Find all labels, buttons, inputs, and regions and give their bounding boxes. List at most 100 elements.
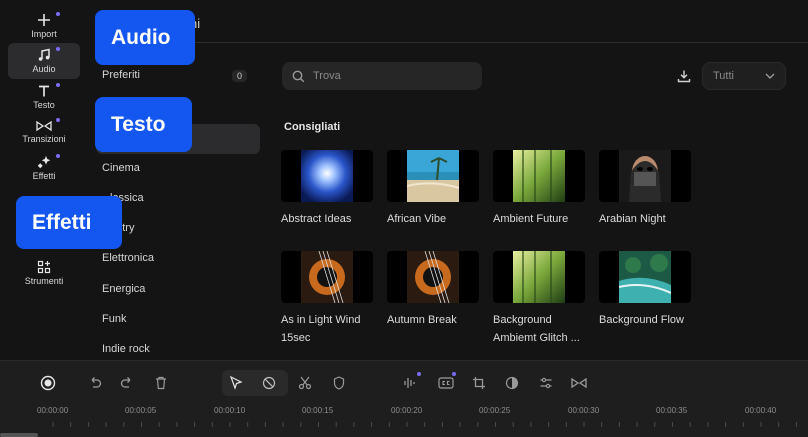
filter-value: Tutti [713,70,734,82]
card-title: As in Light Wind 15sec [281,314,361,344]
new-dot [56,118,60,122]
redo-button[interactable] [117,373,137,393]
audio-card[interactable]: Background Ambiemt Glitch ... [493,251,585,347]
new-dot [56,154,60,158]
rail-item-transizioni[interactable]: Transizioni [8,114,80,150]
ruler-label: 00:00:25 [479,406,511,415]
split-button[interactable] [295,373,315,393]
category-elettronica[interactable]: Elettronica [102,252,154,264]
thumbnail [387,251,479,303]
ruler-label: 00:00:10 [214,406,246,415]
category-indie-rock[interactable]: Indie rock [102,343,150,355]
transition-icon [571,377,587,389]
select-tool-button[interactable] [226,373,246,393]
rail-label-effetti: Effetti [32,171,56,181]
category-energica[interactable]: Energica [102,283,145,295]
transition-tool-button[interactable] [569,373,589,393]
blade-tool-button[interactable] [259,373,279,393]
header-divider [96,42,808,43]
sliders-icon [540,377,552,389]
filter-dropdown[interactable]: Tutti [702,62,786,90]
sparkle-icon [37,156,51,169]
timeline-panel: 00:00:00 00:00:05 00:00:10 00:00:15 00:0… [0,360,808,437]
rail-item-audio[interactable]: Audio [8,43,80,79]
ruler-label: 00:00:20 [391,406,423,415]
callout-audio: Audio [95,10,195,65]
audio-card[interactable]: As in Light Wind 15sec [281,251,373,347]
captions-button[interactable] [436,373,456,393]
rail-label-import: Import [31,29,57,39]
audio-card[interactable]: Arabian Night [599,150,691,228]
card-title: Autumn Break [387,314,457,326]
text-icon [39,85,49,97]
timeline-scrollbar[interactable] [0,433,38,437]
timeline-ruler-ticks [52,422,797,427]
card-title: Background Flow [599,314,684,326]
thumbnail [493,150,585,202]
ruler-label: 00:00:05 [125,406,157,415]
category-preferiti[interactable]: Preferiti [102,69,140,81]
record-icon [40,375,56,391]
plus-icon [38,14,50,26]
audio-card[interactable]: Ambient Future [493,150,585,228]
new-dot [452,372,456,376]
ruler-label: 00:00:35 [656,406,688,415]
transition-icon [36,120,52,132]
rail-label-transizioni: Transizioni [22,134,66,144]
undo-button[interactable] [85,373,105,393]
audio-card[interactable]: African Vibe [387,150,479,228]
trash-icon [156,376,166,390]
audio-card[interactable]: Abstract Ideas [281,150,373,228]
rail-item-import[interactable]: Import [8,8,80,44]
callout-testo: Testo [95,97,192,152]
callout-effetti: Effetti [16,196,122,249]
chevron-down-icon [765,73,775,79]
audio-card[interactable]: Background Flow [599,251,691,329]
scissors-icon [298,376,312,390]
card-title: Arabian Night [599,213,666,225]
category-funk[interactable]: Funk [102,313,126,325]
card-title: African Vibe [387,213,447,225]
ruler-label: 00:00:30 [568,406,600,415]
rail-label-audio: Audio [32,64,56,74]
mask-button[interactable] [329,373,349,393]
adjust-button[interactable] [536,373,556,393]
rail-label-testo: Testo [33,100,55,110]
rail-item-effetti[interactable]: Effetti [8,150,80,186]
thumbnail [281,150,373,202]
ruler-label: 00:00:15 [302,406,334,415]
record-button[interactable] [38,373,58,393]
audio-wave-button[interactable] [400,373,420,393]
waveform-icon [404,378,415,388]
thumbnail [281,251,373,303]
music-note-icon [38,48,50,61]
rail-item-testo[interactable]: Testo [8,79,80,115]
shield-icon [333,376,345,390]
new-dot [56,47,60,51]
crop-icon [473,377,485,389]
captions-icon [438,377,454,389]
crop-button[interactable] [469,373,489,393]
search-box[interactable] [282,62,482,90]
thumbnail [387,150,479,202]
thumbnail [599,150,691,202]
grid-plus-icon [37,260,51,274]
speed-button[interactable] [502,373,522,393]
delete-button[interactable] [151,373,171,393]
ruler-label: 00:00:40 [745,406,777,415]
redo-icon [120,377,131,388]
category-cinema[interactable]: Cinema [102,162,140,174]
callout-effetti-label: Effetti [32,210,92,234]
favorites-count-badge: 0 [232,70,248,82]
undo-icon [91,377,102,388]
search-icon [292,70,305,82]
card-title: Ambient Future [493,213,569,225]
audio-card[interactable]: Autumn Break [387,251,479,329]
rail-item-strumenti[interactable]: Strumenti [8,255,80,291]
download-button[interactable] [674,66,694,86]
new-dot [56,12,60,16]
new-dot [56,83,60,87]
callout-testo-label: Testo [111,112,166,136]
search-input[interactable] [313,70,463,82]
thumbnail [493,251,585,303]
